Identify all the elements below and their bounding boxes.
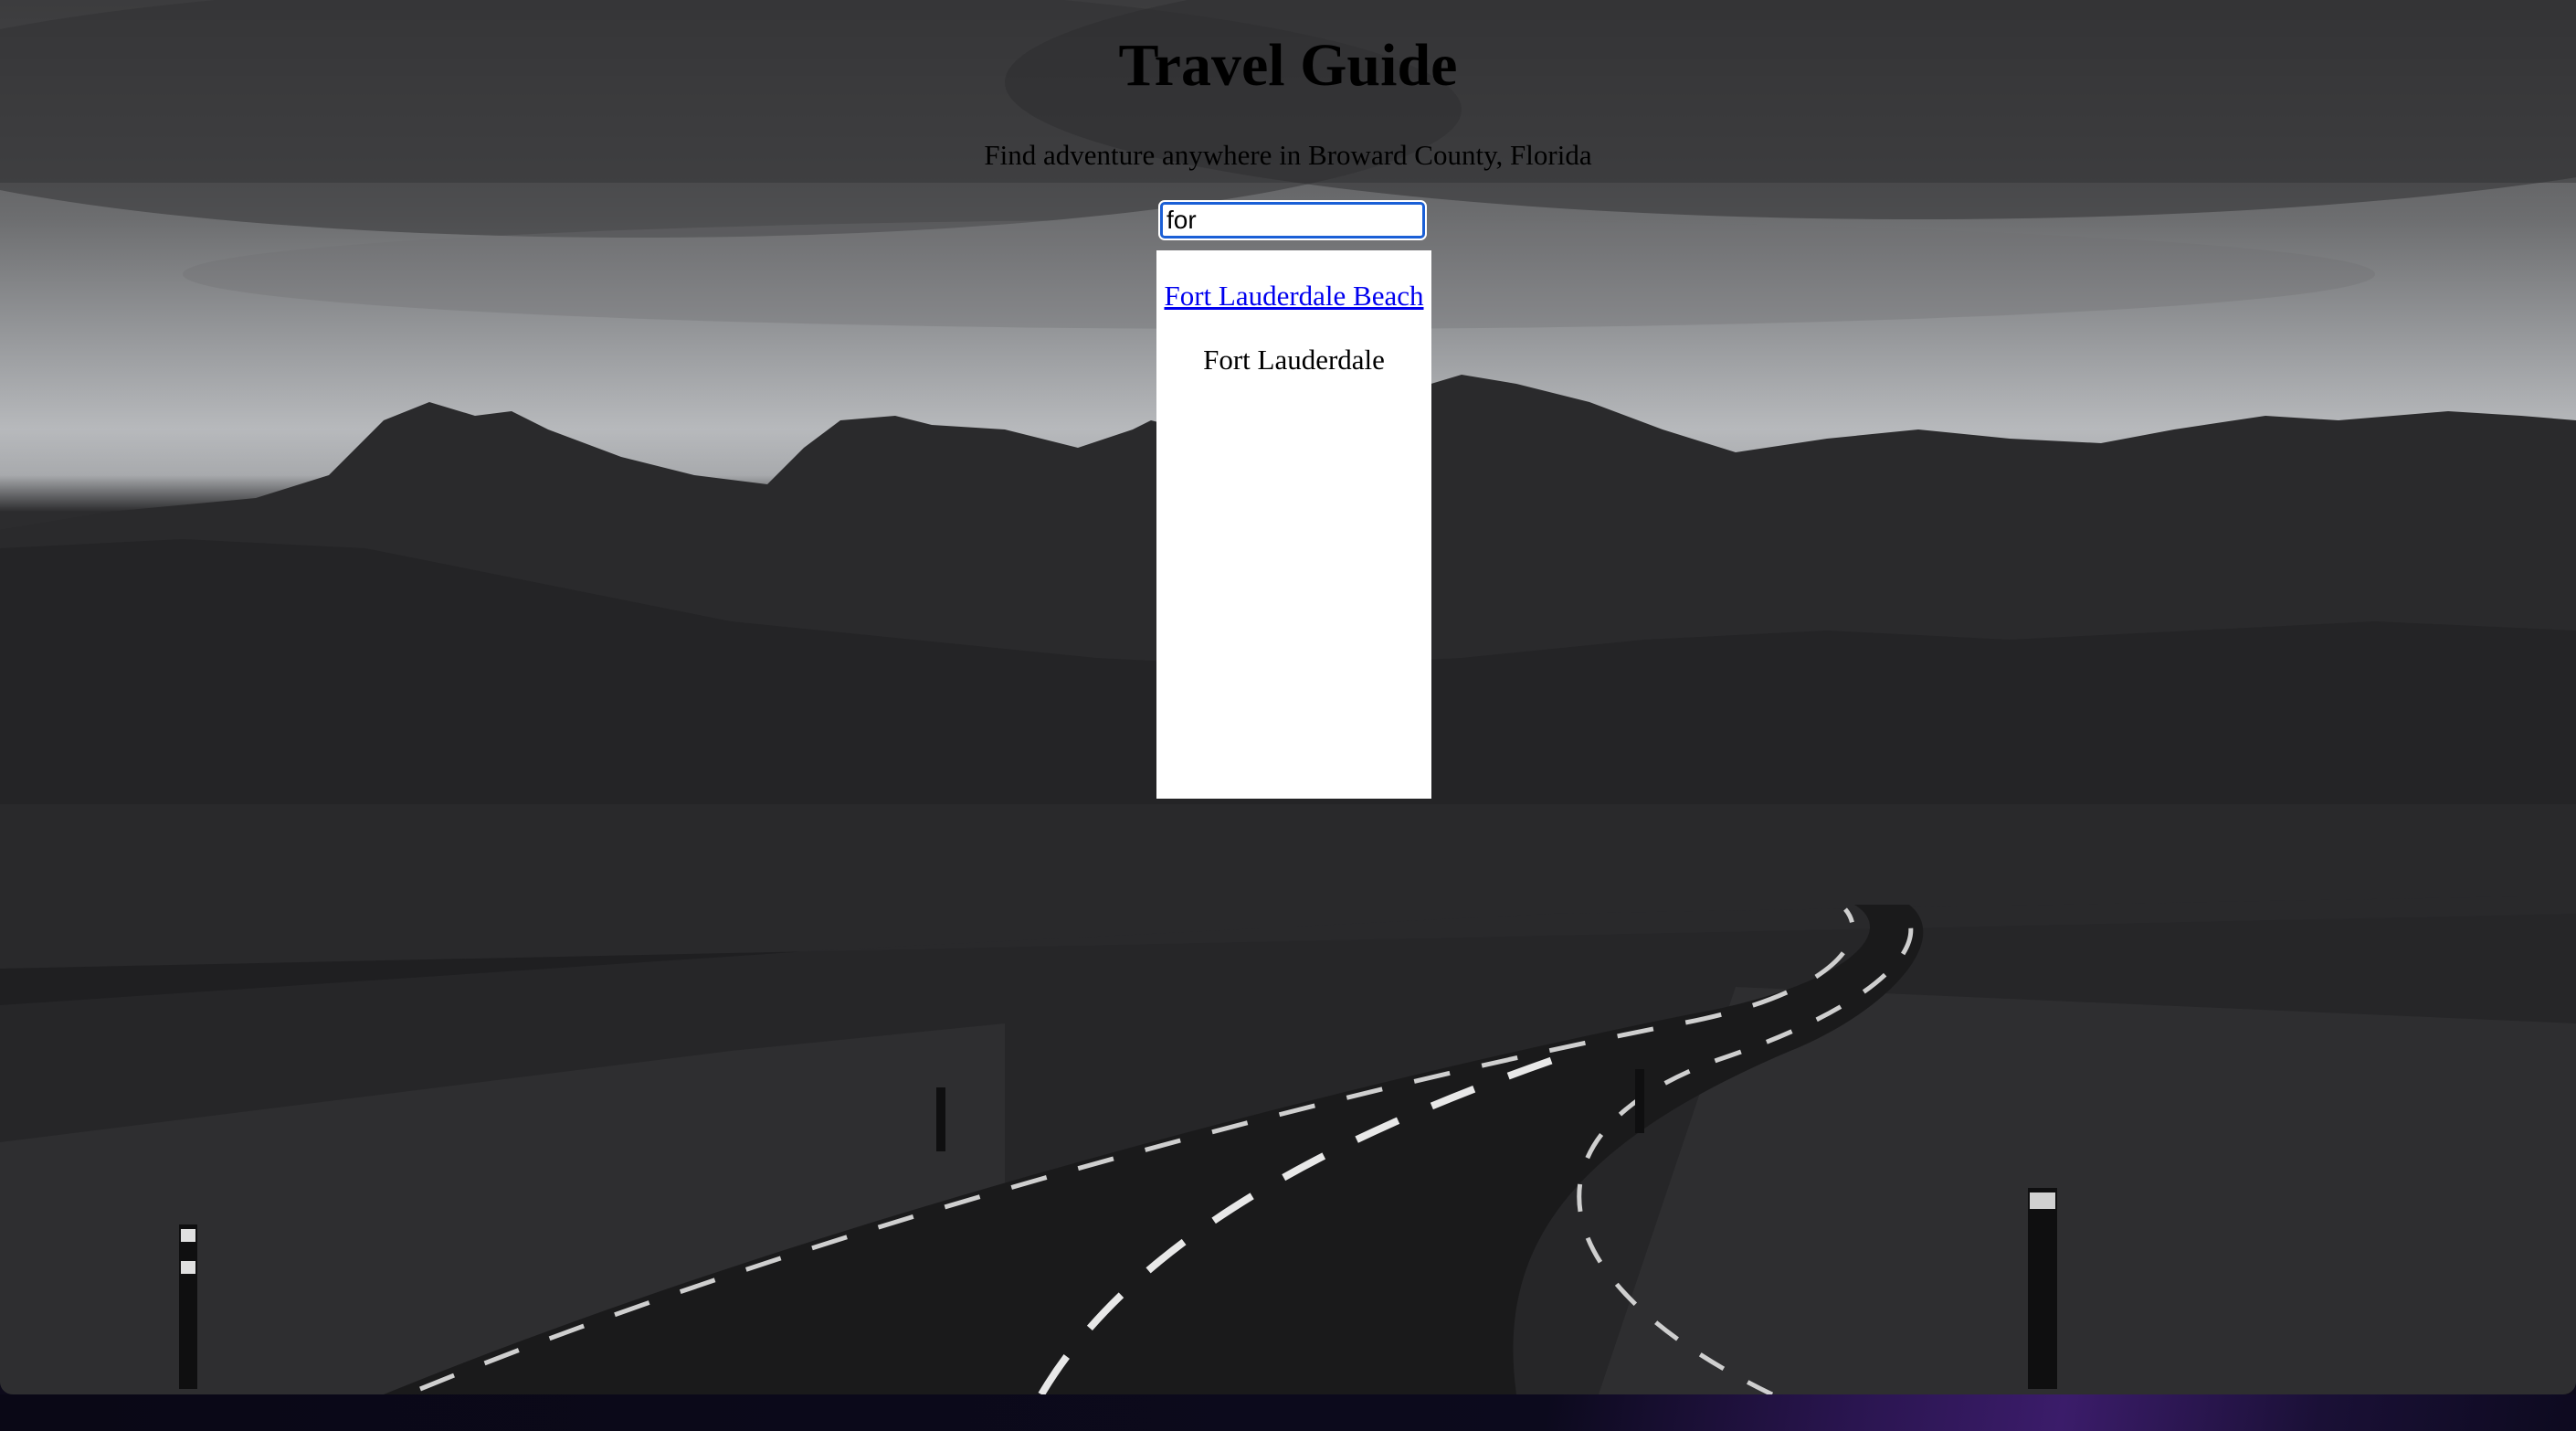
page-subtitle: Find adventure anywhere in Broward Count… bbox=[984, 139, 1592, 171]
desktop-background-strip bbox=[0, 1394, 2576, 1431]
result-link-fort-lauderdale-beach[interactable]: Fort Lauderdale Beach bbox=[1156, 276, 1431, 316]
search-results-dropdown: Fort Lauderdale Beach Fort Lauderdale bbox=[1156, 250, 1431, 799]
result-item-fort-lauderdale: Fort Lauderdale bbox=[1203, 344, 1385, 376]
page-title: Travel Guide bbox=[1118, 32, 1458, 99]
search-input[interactable] bbox=[1158, 200, 1427, 240]
